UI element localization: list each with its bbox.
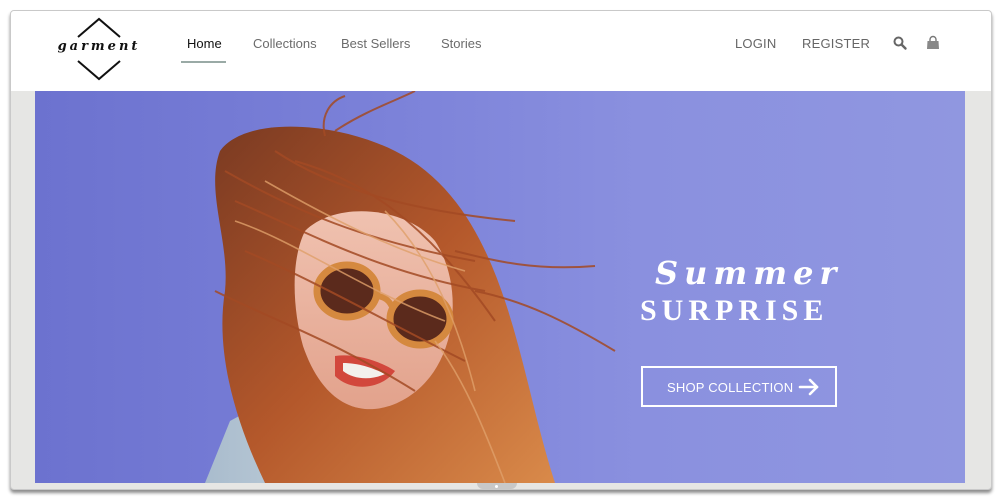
login-link[interactable]: LOGIN bbox=[735, 36, 776, 51]
nav-item-stories[interactable]: Stories bbox=[441, 36, 481, 51]
brand-logo[interactable]: garment bbox=[51, 17, 147, 81]
shop-collection-button[interactable]: SHOP COLLECTION bbox=[641, 366, 837, 407]
hero-banner: Summer SURPRISE SHOP COLLECTION bbox=[35, 91, 965, 483]
search-icon[interactable] bbox=[892, 35, 908, 51]
nav-item-collections[interactable]: Collections bbox=[253, 36, 317, 51]
hero-title-script: Summer bbox=[655, 254, 843, 292]
shop-collection-label: SHOP COLLECTION bbox=[667, 380, 794, 395]
nav-item-home[interactable]: Home bbox=[187, 36, 222, 51]
shopping-bag-icon[interactable] bbox=[925, 35, 941, 51]
active-nav-indicator bbox=[181, 61, 226, 63]
nav-item-best-sellers[interactable]: Best Sellers bbox=[341, 36, 410, 51]
arrow-right-icon bbox=[798, 377, 820, 402]
bottom-handle-tab bbox=[477, 483, 517, 489]
register-link[interactable]: REGISTER bbox=[802, 36, 870, 51]
hero-title-main: SURPRISE bbox=[640, 294, 829, 327]
browser-frame: garment Home Collections Best Sellers St… bbox=[10, 10, 992, 490]
site-header: garment Home Collections Best Sellers St… bbox=[11, 11, 991, 91]
handle-dot bbox=[495, 485, 498, 488]
logo-wordmark: garment bbox=[57, 39, 141, 54]
